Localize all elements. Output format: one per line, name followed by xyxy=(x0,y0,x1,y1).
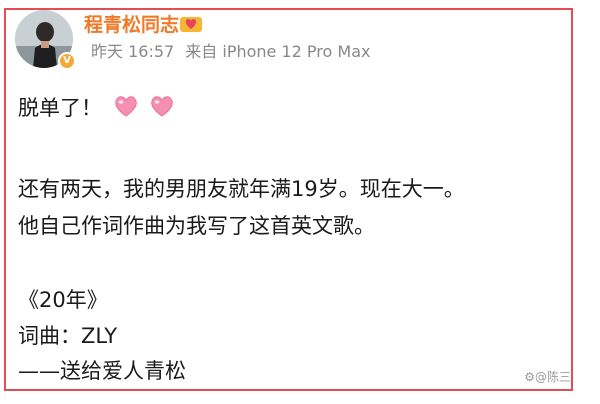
pink-heart-icon xyxy=(114,96,137,117)
pink-heart-icon xyxy=(151,96,174,117)
post-text-line-2: 还有两天，我的男朋友就年满19岁。现在大一。 xyxy=(18,177,465,201)
watermark: ⚙@陈三 xyxy=(524,370,571,384)
post-text-line-3: 他自己作词作曲为我写了这首英文歌。 xyxy=(18,214,375,238)
song-credits: 词曲：ZLY xyxy=(18,324,118,348)
post-source[interactable]: 来自 iPhone 12 Pro Max xyxy=(185,42,370,61)
author-name[interactable]: 程青松同志 xyxy=(84,14,179,36)
screenshot-frame: V 程青松同志 昨天 16:57 来自 iPhone 12 Pro Max 脱单… xyxy=(4,8,573,391)
heart-badge-icon xyxy=(180,17,202,32)
verified-badge-icon: V xyxy=(58,52,76,70)
post-text-line-1: 脱单了！ xyxy=(18,94,179,124)
song-dedication: ——送给爱人青松 xyxy=(18,359,186,383)
post-time: 昨天 16:57 xyxy=(91,42,175,61)
heart-emojis xyxy=(113,94,180,124)
post-meta: 昨天 16:57 来自 iPhone 12 Pro Max xyxy=(91,42,370,62)
post-text-line-1-text: 脱单了！ xyxy=(18,96,102,120)
song-title: 《20年》 xyxy=(18,288,108,312)
